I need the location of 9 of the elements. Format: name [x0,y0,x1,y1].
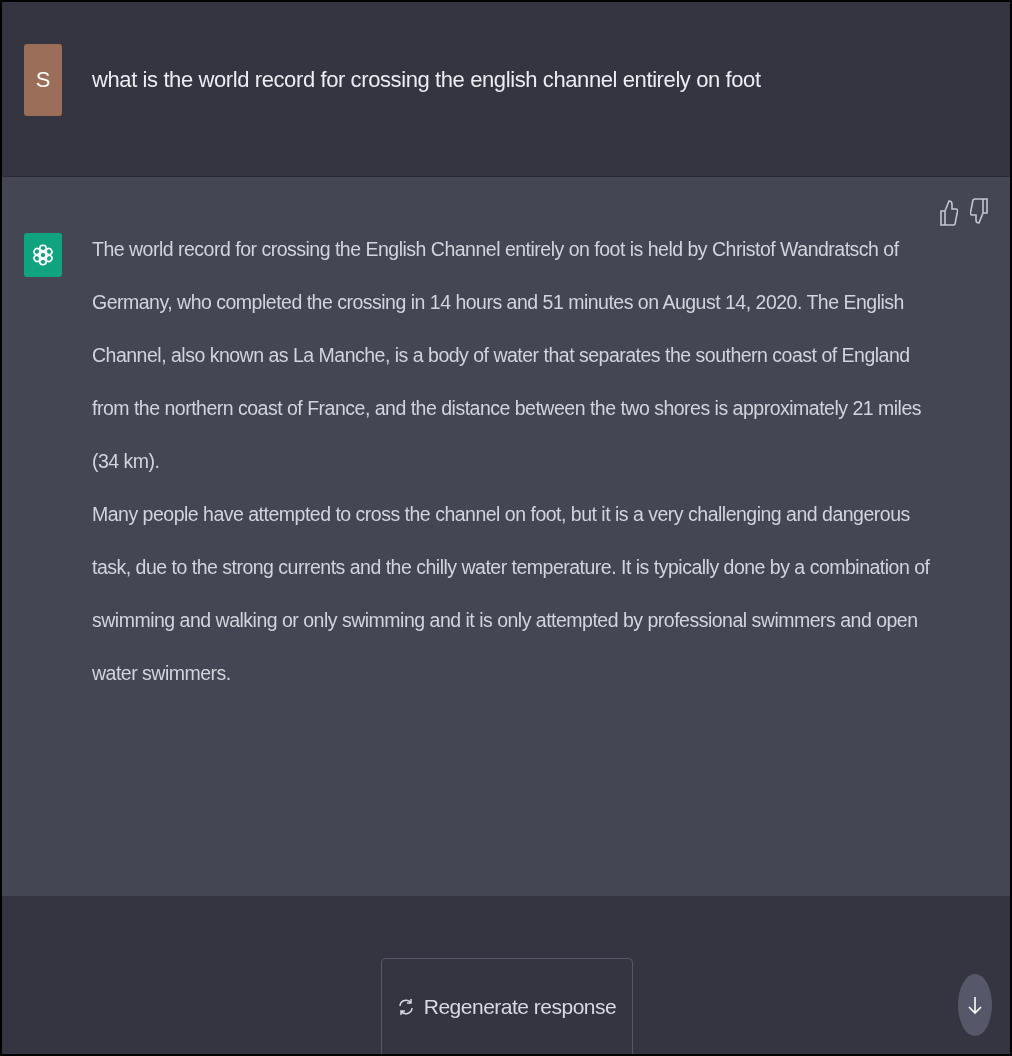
user-avatar: S [24,44,62,116]
assistant-avatar-icon [24,232,62,277]
response-paragraph: The world record for crossing the English Channel entirely on foot is held by Christof Wandratsch of Germany, who completed the crossing in 14 hours and 51 minutes on August 14, 2020. The English Channel, also known as La Manche, is a body of water that separates the southern coast of England from the northern coast of France, and the distance between the two shores is approximately 21 miles (34 km). [92,236,923,474]
refresh-icon [397,997,414,1016]
arrow-down-icon [968,995,982,1015]
response-paragraph: Many people have attempted to cross the channel on foot, but it is a very challenging and dangerous task, due to the strong currents and the chilly water temperature. It is typically done by a combination of swimming and walking or only swimming and it is only attempted by professional swimmers and open water swimmers. [92,501,931,686]
thumbs-down-icon[interactable] [970,196,988,227]
regenerate-response-button[interactable]: Regenerate response [380,958,634,1054]
user-message: what is the world record for crossing the english channel entirely on foot [92,66,761,94]
